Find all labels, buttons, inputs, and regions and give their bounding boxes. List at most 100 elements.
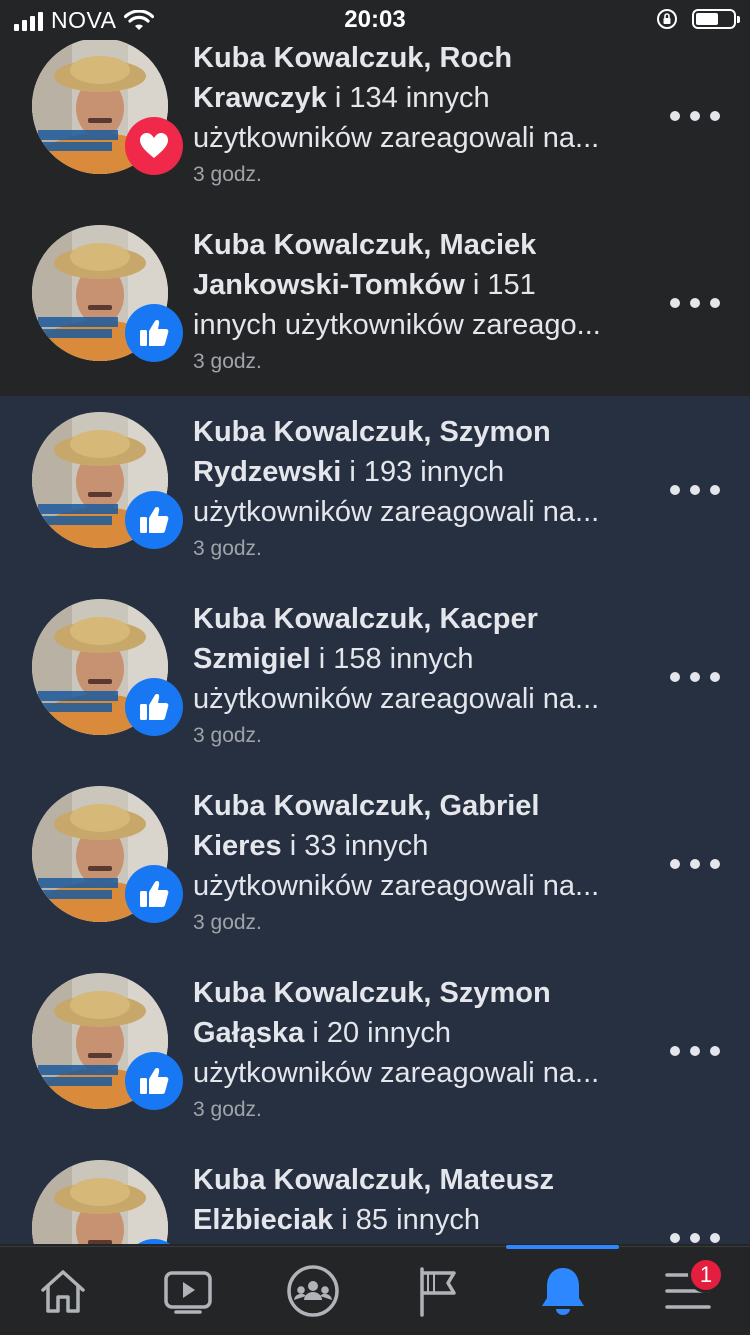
more-dot bbox=[710, 672, 720, 682]
like-reaction-badge bbox=[125, 1052, 183, 1110]
notification-name: Jankowski-Tomków bbox=[193, 269, 465, 301]
more-dot bbox=[670, 1233, 680, 1243]
more-dot bbox=[670, 298, 680, 308]
notification-line-3: innych użytkowników zareago... bbox=[193, 309, 601, 341]
notification-name: Elżbieciak bbox=[193, 1204, 334, 1236]
more-dot bbox=[710, 1233, 720, 1243]
like-reaction-badge bbox=[125, 304, 183, 362]
notifications-bell-icon bbox=[541, 1268, 584, 1315]
more-dot bbox=[690, 1046, 700, 1056]
more-dot bbox=[690, 859, 700, 869]
notification-text: Kuba Kowalczuk, Gabriel Kieres i 33 innyc… bbox=[193, 786, 643, 938]
notification-avatar-group bbox=[32, 412, 183, 549]
more-dot bbox=[690, 672, 700, 682]
notification-line-2: Jankowski-Tomków i 151 bbox=[193, 265, 643, 305]
notification-count: i 134 innych bbox=[326, 82, 490, 114]
more-dot bbox=[690, 485, 700, 495]
tab-watch[interactable] bbox=[125, 1247, 250, 1335]
notification-item[interactable]: Kuba Kowalczuk, Maciek Jankowski-Tomków i… bbox=[0, 209, 750, 396]
more-dot bbox=[710, 298, 720, 308]
thumbs-up-icon bbox=[138, 879, 170, 909]
notification-time: 3 godz. bbox=[193, 1098, 262, 1121]
notification-line-3: użytkowników zareagowali na... bbox=[193, 683, 600, 715]
notification-line-1: Kuba Kowalczuk, Mateusz bbox=[193, 1164, 554, 1196]
notification-line-3: użytkowników zareagowali na... bbox=[193, 122, 600, 154]
notification-time: 3 godz. bbox=[193, 350, 262, 373]
tab-notifications[interactable] bbox=[500, 1247, 625, 1335]
notification-time: 3 godz. bbox=[193, 724, 262, 747]
notification-item[interactable]: Kuba Kowalczuk, Gabriel Kieres i 33 innyc… bbox=[0, 770, 750, 957]
notification-count: i 85 innych bbox=[333, 1204, 480, 1236]
notification-line-3: użytkowników zareagowali na... bbox=[193, 870, 600, 902]
more-options-button[interactable] bbox=[670, 475, 720, 505]
notification-line-1: Kuba Kowalczuk, Szymon bbox=[193, 416, 551, 448]
notification-line-1: Kuba Kowalczuk, Maciek bbox=[193, 229, 537, 261]
notification-avatar-group bbox=[32, 973, 183, 1110]
notification-avatar-group bbox=[32, 38, 183, 175]
thumbs-up-icon bbox=[138, 505, 170, 535]
notification-text: Kuba Kowalczuk, Roch Krawczyk i 134 innyc… bbox=[193, 38, 643, 190]
tab-pages[interactable] bbox=[375, 1247, 500, 1335]
more-dot bbox=[670, 111, 680, 121]
notification-count: i 20 innych bbox=[304, 1017, 451, 1049]
like-reaction-badge bbox=[125, 678, 183, 736]
more-options-button[interactable] bbox=[670, 1223, 720, 1244]
notification-avatar-group bbox=[32, 225, 183, 362]
notification-count: i 33 innych bbox=[281, 830, 429, 862]
notification-name: Kieres bbox=[193, 830, 282, 862]
notifications-list[interactable]: Kuba Kowalczuk, Roch Krawczyk i 134 innyc… bbox=[0, 0, 750, 1244]
love-reaction-badge bbox=[125, 117, 183, 175]
notification-line-3: użytkowników zareagowali na... bbox=[193, 496, 600, 528]
notification-item[interactable]: Kuba Kowalczuk, Szymon Rydzewski i 193 in… bbox=[0, 396, 750, 583]
notification-line-2: Krawczyk i 134 innych bbox=[193, 78, 643, 118]
notification-item[interactable]: Kuba Kowalczuk, Kacper Szmigiel i 158 inn… bbox=[0, 583, 750, 770]
pages-flag-icon bbox=[419, 1267, 456, 1317]
notification-name: Szmigiel bbox=[193, 643, 311, 675]
notification-count: i 158 innych bbox=[310, 643, 474, 675]
tab-menu[interactable] bbox=[625, 1247, 750, 1335]
notification-line-2: Gałąska i 20 innych bbox=[193, 1013, 643, 1053]
more-options-button[interactable] bbox=[670, 101, 720, 131]
notification-line-2: Elżbieciak i 85 innych bbox=[193, 1200, 643, 1240]
like-reaction-badge bbox=[125, 491, 183, 549]
notification-line-1: Kuba Kowalczuk, Roch bbox=[193, 42, 513, 74]
home-icon bbox=[40, 1270, 85, 1313]
more-dot bbox=[710, 859, 720, 869]
notification-time: 3 godz. bbox=[193, 163, 262, 186]
menu-notification-badge: 1 bbox=[688, 1257, 724, 1293]
tab-home[interactable] bbox=[0, 1247, 125, 1335]
notification-name: Krawczyk bbox=[193, 82, 327, 114]
thumbs-up-icon bbox=[138, 318, 170, 348]
notification-line-2: Rydzewski i 193 innych bbox=[193, 452, 643, 492]
notification-text: Kuba Kowalczuk, Szymon Rydzewski i 193 in… bbox=[193, 412, 643, 564]
notification-avatar-group bbox=[32, 786, 183, 923]
heart-icon bbox=[139, 132, 169, 160]
notification-line-3: użytkowników zareagowali na... bbox=[193, 1057, 600, 1089]
notification-count: i 193 innych bbox=[341, 456, 505, 488]
notification-line-1: Kuba Kowalczuk, Szymon bbox=[193, 977, 551, 1009]
tab-groups[interactable] bbox=[250, 1247, 375, 1335]
notification-count: i 151 bbox=[464, 269, 536, 301]
notification-line-2: Szmigiel i 158 innych bbox=[193, 639, 643, 679]
avatar bbox=[32, 1160, 168, 1244]
rotation-lock-icon bbox=[657, 9, 677, 29]
tab-bar: 1 bbox=[0, 1245, 750, 1335]
notification-item[interactable]: Kuba Kowalczuk, Szymon Gałąska i 20 innyc… bbox=[0, 957, 750, 1144]
clock: 20:03 bbox=[344, 6, 406, 33]
more-options-button[interactable] bbox=[670, 849, 720, 879]
notification-avatar-group bbox=[32, 599, 183, 736]
more-dot bbox=[710, 1046, 720, 1056]
more-options-button[interactable] bbox=[670, 1036, 720, 1066]
more-dot bbox=[670, 672, 680, 682]
notification-avatar-group bbox=[32, 1160, 183, 1244]
notification-item[interactable]: Kuba Kowalczuk, Mateusz Elżbieciak i 85 i… bbox=[0, 1144, 750, 1244]
more-options-button[interactable] bbox=[670, 662, 720, 692]
groups-icon bbox=[286, 1265, 339, 1317]
more-dot bbox=[690, 298, 700, 308]
notification-text: Kuba Kowalczuk, Maciek Jankowski-Tomków i… bbox=[193, 225, 643, 377]
notification-line-1: Kuba Kowalczuk, Gabriel bbox=[193, 790, 540, 822]
more-dot bbox=[670, 859, 680, 869]
notification-line-1: Kuba Kowalczuk, Kacper bbox=[193, 603, 538, 635]
notification-text: Kuba Kowalczuk, Kacper Szmigiel i 158 inn… bbox=[193, 599, 643, 751]
more-options-button[interactable] bbox=[670, 288, 720, 318]
